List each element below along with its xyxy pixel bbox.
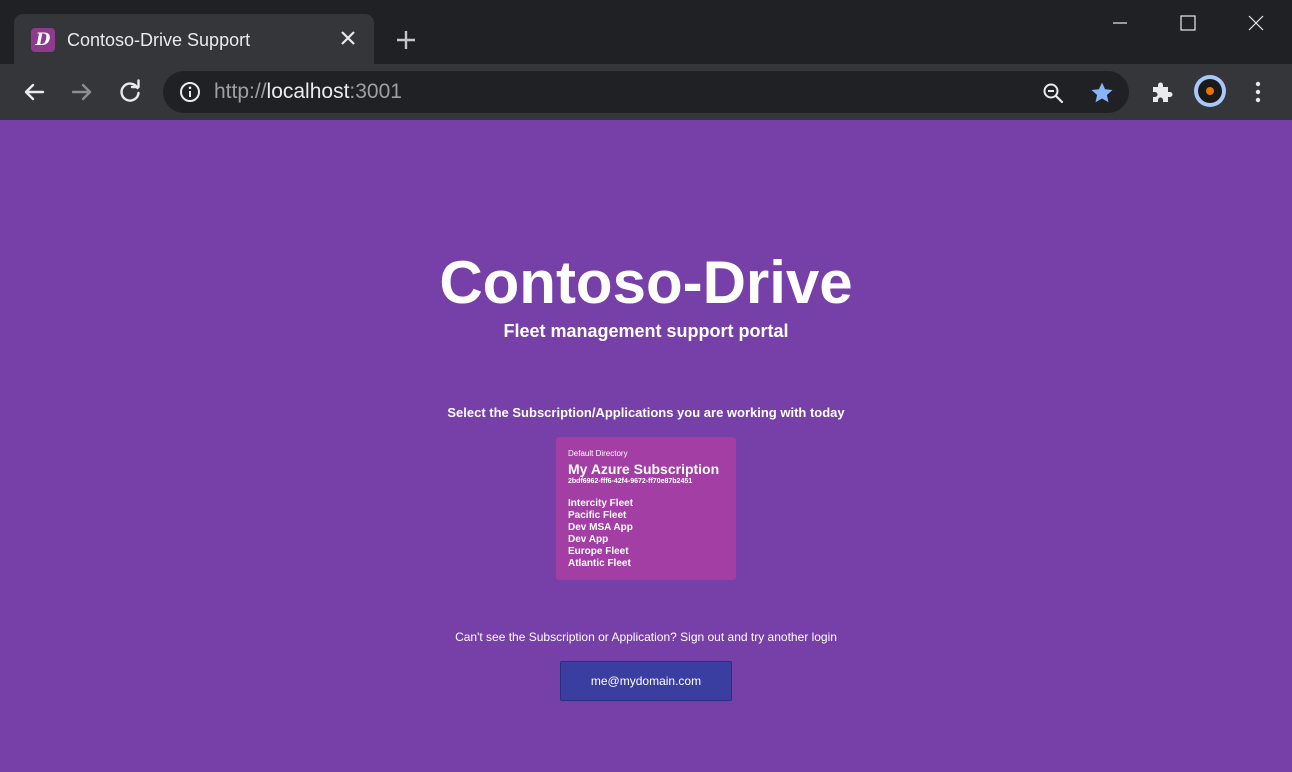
- info-icon[interactable]: [179, 81, 201, 103]
- url-host: localhost: [266, 80, 350, 103]
- page-subtitle: Fleet management support portal: [503, 321, 789, 341]
- application-item-dev-app[interactable]: Dev App: [568, 534, 724, 546]
- page-content: Contoso-Drive Fleet management support p…: [0, 120, 1292, 772]
- application-item-intercity-fleet[interactable]: Intercity Fleet: [568, 498, 724, 510]
- star-icon[interactable]: [1089, 80, 1115, 106]
- application-item-pacific-fleet[interactable]: Pacific Fleet: [568, 510, 724, 522]
- tab-title: Contoso-Drive Support: [67, 30, 251, 50]
- signout-message: Can't see the Subscription or Applicatio…: [455, 630, 837, 644]
- application-list: Intercity Fleet Pacific Fleet Dev MSA Ap…: [568, 498, 724, 570]
- page-title: Contoso-Drive: [439, 249, 853, 316]
- extensions-icon[interactable]: [1148, 78, 1176, 106]
- back-arrow-icon[interactable]: [18, 76, 50, 108]
- tab-close-icon[interactable]: [336, 26, 360, 50]
- url-text[interactable]: http://localhost:3001: [214, 80, 402, 104]
- subscription-card[interactable]: Default Directory My Azure Subscription …: [556, 437, 736, 580]
- address-bar[interactable]: http://localhost:3001: [163, 71, 1129, 113]
- account-signout-button[interactable]: me@mydomain.com: [560, 661, 732, 701]
- forward-arrow-icon[interactable]: [66, 76, 98, 108]
- browser-titlebar: D Contoso-Drive Support: [0, 0, 1292, 64]
- reload-icon[interactable]: [114, 76, 146, 108]
- browser-tab[interactable]: D Contoso-Drive Support: [14, 14, 374, 64]
- profile-avatar[interactable]: [1194, 75, 1226, 107]
- application-item-europe-fleet[interactable]: Europe Fleet: [568, 546, 724, 558]
- window-close-icon[interactable]: [1232, 8, 1280, 40]
- new-tab-icon[interactable]: [392, 26, 420, 54]
- subscription-name: My Azure Subscription: [568, 461, 720, 477]
- select-prompt: Select the Subscription/Applications you…: [447, 405, 845, 420]
- browser-toolbar: http://localhost:3001: [0, 64, 1292, 120]
- url-port: :3001: [349, 80, 402, 103]
- tab-favicon-icon: D: [31, 28, 55, 52]
- application-item-atlantic-fleet[interactable]: Atlantic Fleet: [568, 558, 724, 570]
- avatar-dot: [1206, 87, 1214, 95]
- kebab-menu-icon[interactable]: [1248, 78, 1268, 106]
- maximize-icon[interactable]: [1164, 8, 1212, 40]
- url-scheme: http://: [214, 80, 267, 103]
- minimize-icon[interactable]: [1096, 8, 1144, 40]
- application-item-dev-msa-app[interactable]: Dev MSA App: [568, 522, 724, 534]
- subscription-directory: Default Directory: [568, 449, 628, 458]
- avatar-image: [1198, 79, 1222, 103]
- zoom-icon[interactable]: [1041, 81, 1065, 105]
- subscription-id: 2bdf6962-fff6-42f4-9672-ff70e87b2451: [568, 478, 693, 485]
